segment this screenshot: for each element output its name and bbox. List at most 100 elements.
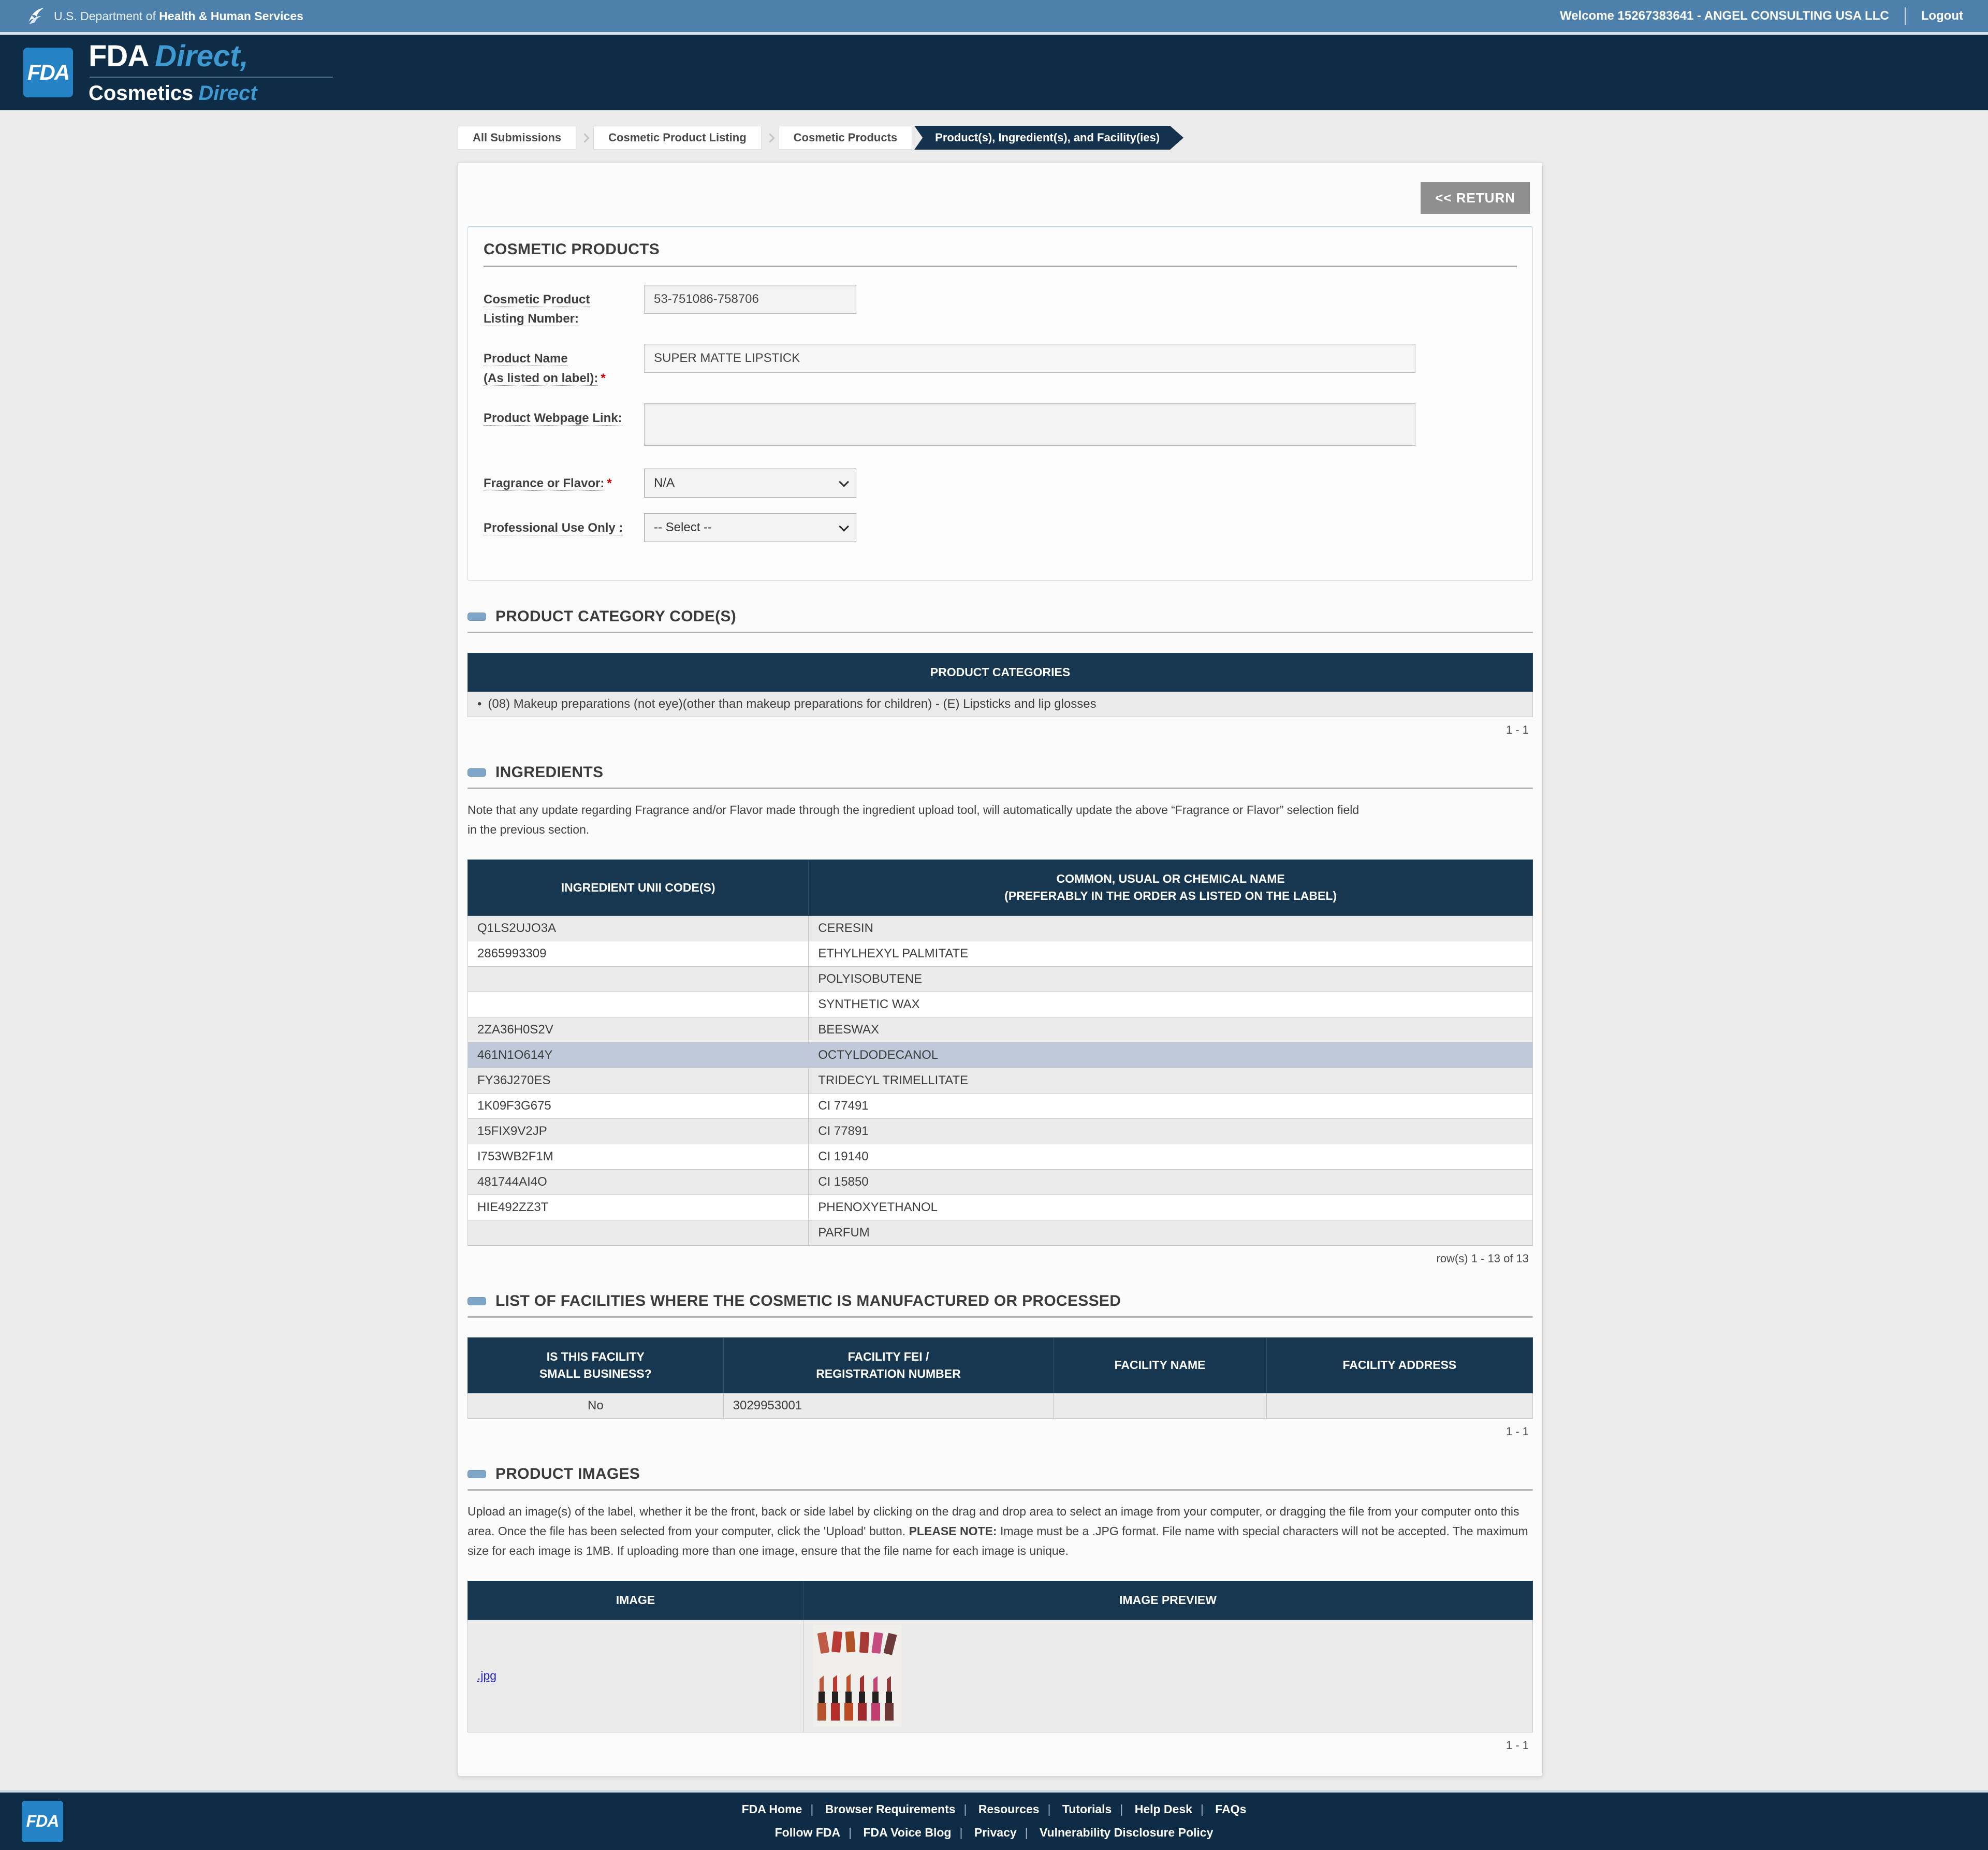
fei-column-header: FACILITY FEI / REGISTRATION NUMBER (723, 1337, 1054, 1394)
app-title-lockup: FDA Direct, Cosmetics Direct (89, 41, 333, 104)
product-images-section-title: PRODUCT IMAGES (495, 1465, 640, 1483)
pagination: row(s) 1 - 13 of 13 (1436, 1251, 1529, 1265)
ingredient-name-cell: CI 19140 (808, 1143, 1533, 1170)
brand-fda-text: FDA (89, 39, 149, 73)
footer-link-privacy[interactable]: Privacy (974, 1826, 1017, 1839)
table-row[interactable]: 481744AI4O CI 15850 (467, 1169, 1533, 1195)
table-row[interactable]: HIE492ZZ3T PHENOXYETHANOL (467, 1194, 1533, 1220)
product-categories-table: PRODUCT CATEGORIES • (08) Makeup preparat… (467, 652, 1533, 718)
footer-link-follow-fda[interactable]: Follow FDA (775, 1826, 840, 1839)
pagination: 1 - 1 (1505, 1425, 1529, 1438)
table-row[interactable]: Q1LS2UJO3A CERESIN (467, 915, 1533, 941)
ingredients-section-title: INGREDIENTS (495, 764, 604, 781)
footer-link-faqs[interactable]: FAQs (1215, 1802, 1246, 1816)
ingredient-unii-cell: I753WB2F1M (467, 1143, 809, 1170)
unii-column-header: INGREDIENT UNII CODE(S) (467, 859, 809, 916)
footer-link-fda-home[interactable]: FDA Home (742, 1802, 802, 1816)
table-row[interactable]: SYNTHETIC WAX (467, 991, 1533, 1017)
breadcrumb-all-submissions[interactable]: All Submissions (458, 126, 577, 150)
image-preview-cell (802, 1619, 1533, 1732)
footer-link-help-desk[interactable]: Help Desk (1135, 1802, 1192, 1816)
ingredient-name-cell: PARFUM (808, 1219, 1533, 1246)
table-row[interactable]: 15FIX9V2JP CI 77891 (467, 1118, 1533, 1144)
breadcrumb: All Submissions Cosmetic Product Listing… (458, 126, 1988, 150)
section-divider (467, 1316, 1533, 1318)
brand-divider-line (90, 77, 333, 78)
footer-link-fda-voice-blog[interactable]: FDA Voice Blog (863, 1826, 951, 1839)
professional-use-label: Professional Use Only : (484, 520, 623, 535)
cosmetic-products-title: COSMETIC PRODUCTS (484, 241, 1517, 267)
brand-header: FDA FDA Direct, Cosmetics Direct (0, 32, 1988, 110)
fragrance-select[interactable]: N/A (644, 468, 856, 498)
table-row[interactable]: POLYISOBUTENE (467, 966, 1533, 992)
image-column-header: IMAGE (467, 1581, 803, 1620)
professional-use-select[interactable]: -- Select -- (644, 513, 856, 542)
small-business-cell: No (467, 1393, 724, 1419)
categories-column-header: PRODUCT CATEGORIES (467, 652, 1533, 692)
facilities-section-title: LIST OF FACILITIES WHERE THE COSMETIC IS… (495, 1292, 1121, 1309)
chevron-right-icon (580, 133, 590, 143)
table-row[interactable]: 2865993309 ETHYLHEXYL PALMITATE (467, 940, 1533, 967)
breadcrumb-cosmetic-products[interactable]: Cosmetic Products (778, 126, 913, 150)
welcome-text: Welcome 15267383641 - ANGEL CONSULTING U… (1559, 9, 1889, 23)
bullet-icon: • (477, 697, 482, 711)
category-value: (08) Makeup preparations (not eye)(other… (488, 697, 1097, 711)
product-name-input[interactable] (644, 344, 1415, 373)
ingredient-unii-cell (467, 1219, 809, 1246)
cosmetic-products-panel: COSMETIC PRODUCTS Cosmetic Product Listi… (467, 226, 1533, 581)
footer-link-browser-requirements[interactable]: Browser Requirements (825, 1802, 956, 1816)
table-row[interactable]: 1K09F3G675 CI 77491 (467, 1092, 1533, 1119)
footer-link-vulnerability-disclosure[interactable]: Vulnerability Disclosure Policy (1040, 1826, 1213, 1839)
ingredient-name-cell: CI 77891 (808, 1118, 1533, 1144)
chevron-down-icon (839, 521, 850, 532)
product-images-table: IMAGE IMAGE PREVIEW .jpg (467, 1581, 1533, 1732)
fragrance-label: Fragrance or Flavor: * (484, 476, 612, 491)
main-content-card: << RETURN COSMETIC PRODUCTS Cosmetic Pro… (458, 162, 1543, 1776)
ingredient-unii-cell: 2ZA36H0S2V (467, 1016, 809, 1043)
table-row[interactable]: PARFUM (467, 1219, 1533, 1246)
hhs-eagle-icon (28, 8, 44, 24)
brand-cosmetics-direct-text: Direct (198, 82, 257, 105)
ingredient-name-cell: CERESIN (808, 915, 1533, 941)
categories-section-title: PRODUCT CATEGORY CODE(S) (495, 607, 736, 625)
pagination: 1 - 1 (1505, 1738, 1529, 1752)
brand-direct-text: Direct, (155, 39, 248, 73)
listing-number-input[interactable] (644, 285, 856, 314)
webpage-link-input[interactable] (644, 403, 1415, 446)
table-row-selected[interactable]: 461N1O614Y OCTYLDODECANOL (467, 1042, 1533, 1068)
table-row[interactable]: I753WB2F1M CI 19140 (467, 1143, 1533, 1170)
collapse-section-icon[interactable] (467, 1297, 486, 1305)
ingredient-unii-cell (467, 991, 809, 1017)
ingredients-note: Note that any update regarding Fragrance… (467, 803, 1360, 837)
section-divider (467, 1489, 1533, 1491)
table-row[interactable]: FY36J270ES TRIDECYL TRIMELLITATE (467, 1067, 1533, 1094)
webpage-link-label: Product Webpage Link: (484, 411, 622, 426)
table-row[interactable]: 2ZA36H0S2V BEESWAX (467, 1016, 1533, 1043)
small-business-column-header: IS THIS FACILITY SMALL BUSINESS? (467, 1337, 724, 1394)
ingredient-unii-cell (467, 966, 809, 992)
upload-instructions: Upload an image(s) of the label, whether… (467, 1505, 1528, 1558)
image-file-link[interactable]: .jpg (477, 1669, 496, 1682)
footer-link-tutorials[interactable]: Tutorials (1062, 1802, 1112, 1816)
table-row: .jpg (467, 1619, 1533, 1732)
pagination: 1 - 1 (1505, 723, 1529, 737)
breadcrumb-products-ingredients-facilities[interactable]: Product(s), Ingredient(s), and Facility(… (914, 126, 1183, 150)
return-button[interactable]: << RETURN (1421, 182, 1530, 214)
logout-link[interactable]: Logout (1921, 9, 1963, 23)
ingredient-unii-cell: 2865993309 (467, 940, 809, 967)
ingredients-table: INGREDIENT UNII CODE(S) COMMON, USUAL OR… (467, 859, 1533, 1246)
facility-name-column-header: FACILITY NAME (1053, 1337, 1267, 1394)
collapse-section-icon[interactable] (467, 768, 486, 777)
footer-link-resources[interactable]: Resources (978, 1802, 1040, 1816)
hhs-top-bar: U.S. Department of Health & Human Servic… (0, 0, 1988, 32)
product-image-thumbnail (812, 1625, 902, 1727)
collapse-section-icon[interactable] (467, 1470, 486, 1479)
image-file-cell: .jpg (467, 1619, 803, 1732)
breadcrumb-cosmetic-product-listing[interactable]: Cosmetic Product Listing (593, 126, 762, 150)
ingredient-unii-cell: Q1LS2UJO3A (467, 915, 809, 941)
fda-footer-logo: FDA (22, 1800, 63, 1842)
facilities-table: IS THIS FACILITY SMALL BUSINESS? FACILITY… (467, 1337, 1533, 1419)
ingredient-name-cell: SYNTHETIC WAX (808, 991, 1533, 1017)
table-row: No 3029953001 (467, 1393, 1533, 1419)
collapse-section-icon[interactable] (467, 612, 486, 621)
